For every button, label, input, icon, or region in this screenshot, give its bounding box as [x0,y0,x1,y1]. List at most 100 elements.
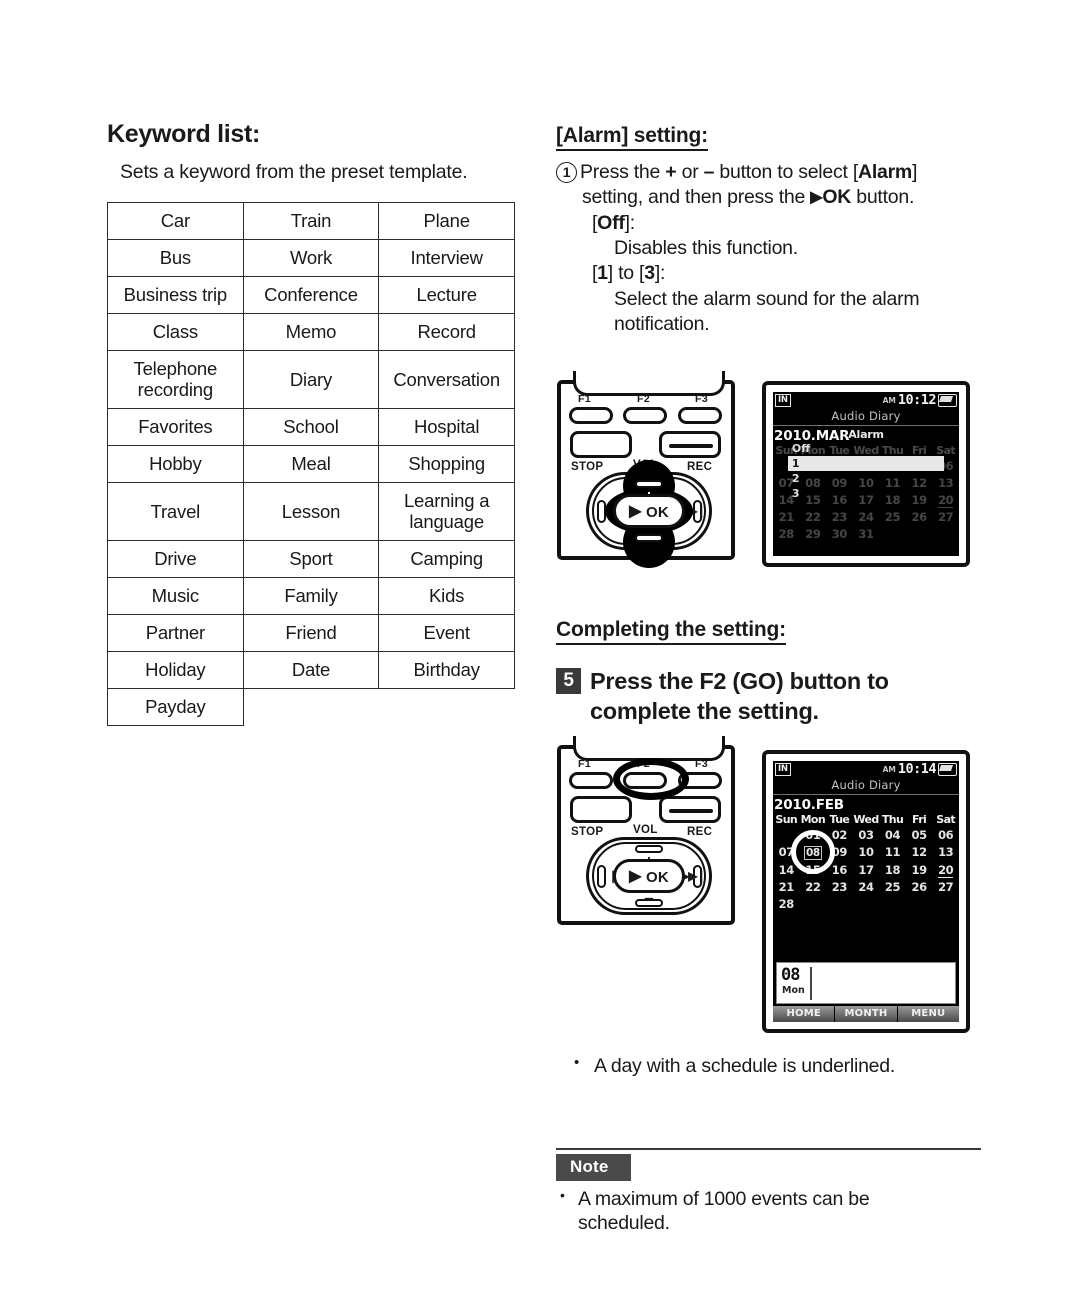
alarm-option-2[interactable]: 2 [788,471,944,486]
calendar-day-number: 06 [938,827,954,842]
clock-1: 10:12 [897,392,937,408]
calendar-day-cell[interactable]: 11 [879,843,906,861]
step-1-text-d: ] [912,161,918,183]
table-row: Travel Lesson Learning a language [107,481,515,541]
calendar-day-cell[interactable]: 26 [906,508,933,525]
alarm-setting-section: [Alarm] setting: 1 Press the + or – butto… [556,124,981,337]
selected-day-box: 08 Mon [776,962,956,1004]
ok-button-2[interactable]: ▶ OK [613,859,685,893]
calendar-week-row: 21 22 23 24 25 26 27 [773,878,959,895]
calendar-day-cell[interactable]: 21 [773,508,800,525]
calendar-day-cell[interactable]: 21 [773,878,800,895]
calendar-day-cell[interactable]: 17 [853,861,880,878]
calendar-weekday-header: Tue [829,813,850,826]
stop-button-1[interactable] [570,431,632,458]
selected-day-weekday: Mon [782,985,805,996]
calendar-day-number: 14 [778,862,795,877]
calendar-day-cell[interactable]: 13 [932,843,959,861]
calendar-day-cell[interactable]: 27 [932,878,959,895]
calendar-day-number: 22 [805,879,821,894]
calendar-day-number: 30 [831,526,848,541]
alarm-option-3[interactable]: 3 [788,486,944,501]
play-icon-1: ▶ [629,503,642,520]
calendar-day-cell[interactable]: 29 [800,525,827,542]
ok-label-1: OK [645,504,669,521]
calendar-day-cell[interactable]: 04 [879,826,906,843]
keyword-cell: Lesson [242,481,380,541]
calendar-day-cell[interactable]: 23 [826,878,853,895]
calendar-day-cell[interactable]: 24 [853,508,880,525]
calendar-day-cell[interactable]: 03 [853,826,880,843]
step-1-text-c: button to select [ [714,161,858,183]
calendar-day-cell[interactable]: 10 [853,843,880,861]
calendar-day-number: 25 [884,509,901,524]
step-1-text-f: button. [851,186,915,209]
keyword-cell: Lecture [378,276,515,314]
range-start: 1 [597,262,608,285]
rec-label-2: REC [687,826,713,838]
calendar-day-cell[interactable]: 18 [879,861,906,878]
keyword-cell: Record [378,313,515,351]
calendar-day-cell[interactable]: 06 [932,826,959,843]
completing-setting-heading: Completing the setting: [556,618,786,645]
am-label-1: AM [882,395,896,405]
softkey-month[interactable]: MONTH [835,1006,898,1022]
calendar-day-number: 26 [911,509,927,524]
keyword-cell: Holiday [107,650,244,689]
f2-button-1[interactable] [623,407,667,424]
battery-icon-1 [938,393,957,407]
keyword-list-subtitle: Sets a keyword from the preset template. [120,161,468,183]
calendar-day-number: 25 [884,879,901,894]
calendar-day-number: 22 [805,509,821,524]
calendar-day-cell[interactable]: 26 [906,878,933,895]
volume-down-button-1[interactable] [635,534,663,542]
rec-button-2[interactable] [659,796,721,823]
calendar-day-cell[interactable]: 28 [773,895,800,912]
calendar-day-cell[interactable]: 27 [932,508,959,525]
keyword-cell: School [242,407,380,446]
alarm-option-1[interactable]: 1 [787,456,945,471]
keyword-cell: Event [378,613,515,652]
stop-label-2: STOP [571,826,604,838]
ok-label-2: OK [645,869,669,886]
calendar-day-cell[interactable]: 23 [826,508,853,525]
completing-setting-section: Completing the setting: 5 Press the F2 (G… [556,618,981,726]
calendar-day-cell[interactable]: 19 [906,861,933,878]
calendar-day-number: 24 [858,879,874,894]
calendar-day-cell[interactable]: 25 [879,878,906,895]
calendar-day-cell[interactable]: 20 [932,861,959,878]
f3-button-1[interactable] [678,407,722,424]
lcd-month-2: 2010.FEB [774,797,844,813]
vol-label-2: VOL [633,824,658,836]
table-row: Payday [107,687,515,726]
rewind-button-2[interactable] [597,865,606,888]
stop-button-2[interactable] [570,796,632,823]
calendar-day-cell[interactable]: 22 [800,508,827,525]
softkey-menu[interactable]: MENU [898,1006,959,1022]
keyword-cell: Favorites [107,407,244,446]
calendar-day-cell[interactable]: 05 [906,826,933,843]
keyword-cell: Interview [378,239,515,277]
softkey-home[interactable]: HOME [773,1006,836,1022]
calendar-day-cell[interactable]: 24 [853,878,880,895]
keyword-cell: Telephone recording [107,350,244,409]
ok-key-label: OK [822,186,852,209]
calendar-day-cell[interactable]: 25 [879,508,906,525]
f1-button-2[interactable] [569,772,613,789]
calendar-day-cell[interactable]: 12 [906,843,933,861]
calendar-day-cell[interactable]: 31 [853,525,880,542]
keyword-cell: Family [242,576,380,615]
calendar-day-number: 20 [938,862,954,878]
calendar-day-cell[interactable]: 22 [800,878,827,895]
calendar-weekday-header: Mon [800,813,826,826]
calendar-day-cell[interactable]: 28 [773,525,800,542]
rec-button-1[interactable] [659,431,721,458]
alarm-option-off[interactable]: Off [788,441,944,456]
calendar-day-empty [826,895,853,912]
f1-button-1[interactable] [569,407,613,424]
lcd-display-calendar: IN AM 10:14 Audio Diary 2010.FEB Sun Mon T… [762,750,970,1033]
recorder-diagram-alarm: F1 F2 F3 STOP VOL REC ❘◀◀ ▶▶❘ + ▶ OK [557,371,735,568]
calendar-day-cell[interactable]: 30 [826,525,853,542]
keyword-cell: Music [107,576,244,615]
ok-button-1[interactable]: ▶ OK [613,494,685,528]
